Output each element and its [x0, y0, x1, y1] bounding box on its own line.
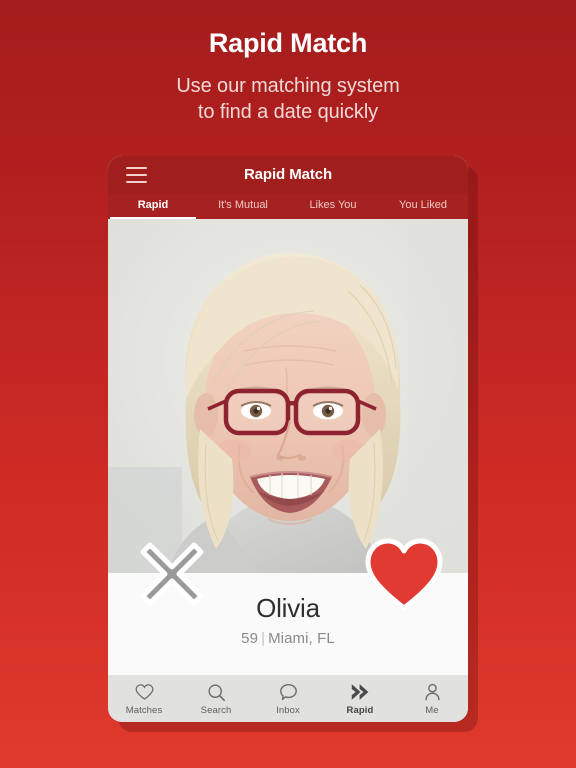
promo-subtitle: Use our matching system to find a date q…	[0, 73, 576, 126]
nav-item-matches[interactable]: Matches	[108, 682, 180, 716]
promo-title: Rapid Match	[208, 28, 368, 58]
promo-subtitle-line-2: to find a date quickly	[197, 101, 379, 124]
nav-item-inbox[interactable]: Inbox	[252, 682, 324, 716]
bottom-navigation: Matches Search Inbox Rapid Me	[108, 675, 468, 722]
app-title: Rapid Match	[243, 166, 333, 183]
profile-location: Miami, FL	[268, 630, 335, 647]
app-bar: Rapid Match	[108, 156, 468, 194]
search-icon	[180, 682, 252, 703]
tab-you-liked[interactable]: You Liked	[378, 194, 468, 219]
profile-photo-image	[108, 219, 468, 573]
tab-rapid[interactable]: Rapid	[108, 194, 198, 219]
meta-separator: |	[261, 630, 266, 647]
nav-item-search[interactable]: Search	[180, 682, 252, 716]
tab-its-mutual[interactable]: It's Mutual	[198, 194, 288, 219]
tab-bar: Rapid It's Mutual Likes You You Liked	[108, 194, 468, 219]
profile-age: 59	[241, 630, 259, 647]
nav-item-me[interactable]: Me	[396, 682, 468, 716]
phone-mockup: Rapid Match Rapid It's Mutual Likes You …	[108, 156, 468, 722]
close-x-icon	[140, 542, 204, 606]
promo-header: Rapid Match Use our matching system to f…	[0, 0, 576, 125]
chat-bubble-icon	[252, 682, 324, 703]
double-chevron-right-icon	[324, 682, 396, 703]
profile-photo[interactable]	[108, 219, 468, 573]
promo-subtitle-line-1: Use our matching system	[176, 74, 400, 97]
nav-label-me: Me	[425, 704, 439, 716]
heart-icon	[365, 538, 443, 611]
like-button[interactable]	[362, 532, 446, 616]
nav-label-search: Search	[200, 704, 232, 716]
dismiss-button[interactable]	[130, 532, 214, 616]
nav-label-matches: Matches	[125, 704, 163, 716]
nav-item-rapid[interactable]: Rapid	[324, 682, 396, 716]
profile-meta: 59 | Miami, FL	[108, 630, 468, 647]
nav-label-inbox: Inbox	[276, 704, 300, 716]
tab-likes-you[interactable]: Likes You	[288, 194, 378, 219]
heart-outline-icon	[108, 682, 180, 703]
person-icon	[396, 682, 468, 703]
nav-label-rapid: Rapid	[346, 704, 374, 716]
